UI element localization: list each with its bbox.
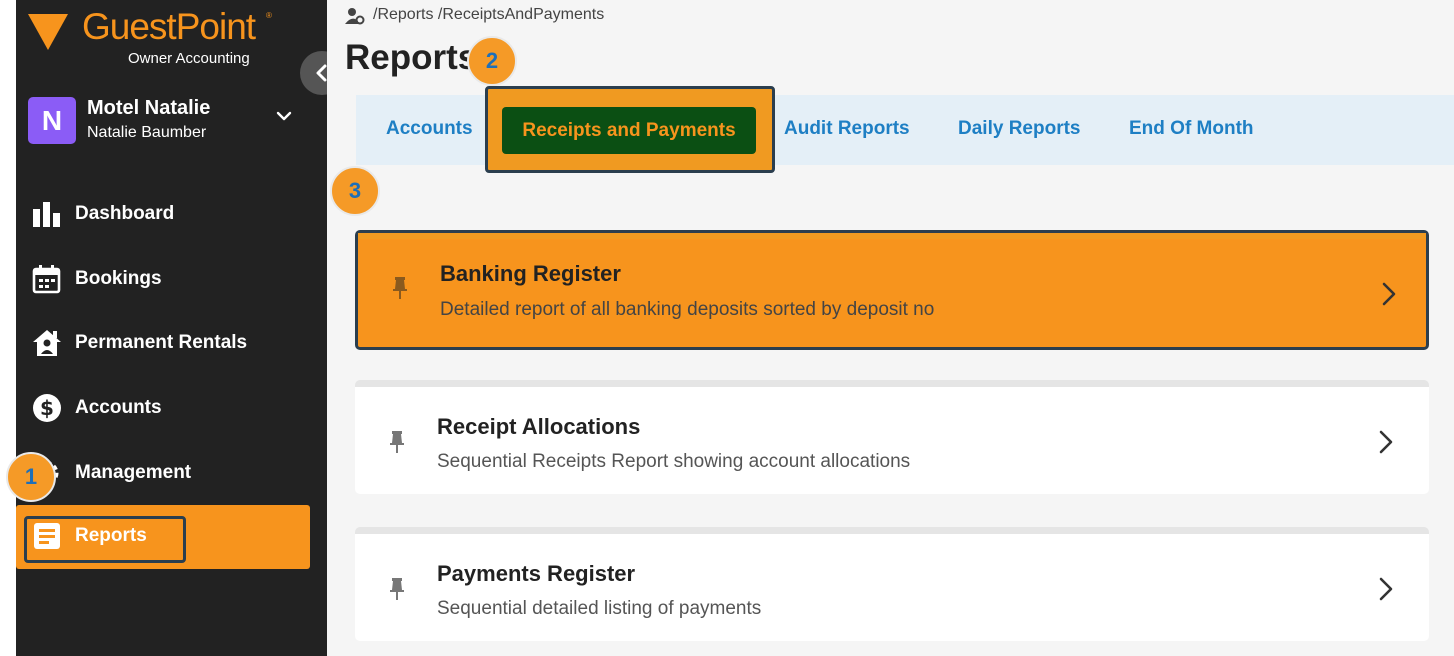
sidebar-item-permanent-rentals[interactable]: Permanent Rentals [16,312,310,376]
page-title: Reports [345,38,478,77]
house-user-icon [33,330,61,356]
report-title: Receipt Allocations [437,414,641,439]
dollar-circle-icon: $ [33,394,61,422]
breadcrumb[interactable]: /Reports /ReceiptsAndPayments [373,6,604,24]
report-card-banking-register[interactable]: Banking Register Detailed report of all … [355,230,1429,350]
report-card-receipt-allocations[interactable]: Receipt Allocations Sequential Receipts … [355,380,1429,494]
report-description: Detailed report of all banking deposits … [440,299,935,320]
tab-receipts-and-payments[interactable]: Receipts and Payments [502,107,756,154]
logo-subtitle: Owner Accounting [128,50,250,67]
sidebar: GuestPoint ® Owner Accounting N Motel Na… [16,0,327,656]
bar-chart-icon [33,202,60,227]
property-avatar: N [28,97,76,144]
guestpoint-logo[interactable]: GuestPoint ® Owner Accounting [28,6,278,70]
report-card-payments-register[interactable]: Payments Register Sequential detailed li… [355,527,1429,641]
chevron-right-icon [1379,577,1393,601]
sidebar-item-label: Permanent Rentals [75,332,248,353]
report-title: Banking Register [440,261,621,286]
tab-end-of-month[interactable]: End Of Month [1129,118,1254,140]
chevron-down-icon[interactable] [274,106,294,126]
sidebar-item-label: Management [75,462,192,483]
pin-icon[interactable] [389,576,405,602]
logo-triangle-icon [28,14,68,50]
sidebar-item-accounts[interactable]: $ Accounts [16,377,310,441]
report-description: Sequential Receipts Report showing accou… [437,451,911,472]
left-margin [0,0,16,656]
main-content: /Reports /ReceiptsAndPayments Reports Ac… [327,0,1454,656]
logo-trademark: ® [266,11,272,20]
property-user: Natalie Baumber [87,124,207,141]
logo-text: GuestPoint [82,6,256,47]
step-badge-3: 3 [330,166,380,216]
tab-accounts[interactable]: Accounts [386,118,473,140]
step-badge-1: 1 [6,452,56,502]
sidebar-item-label: Accounts [75,397,162,418]
report-description: Sequential detailed listing of payments [437,598,762,619]
user-cog-icon [345,8,365,25]
tab-highlight-outline: Receipts and Payments [485,86,775,173]
chevron-right-icon [1379,430,1393,454]
reports-highlight-outline [24,516,186,563]
svg-text:$: $ [40,396,54,420]
pin-icon[interactable] [392,275,408,301]
calendar-icon [32,265,61,294]
sidebar-item-bookings[interactable]: Bookings [16,248,310,312]
step-badge-2: 2 [467,36,517,86]
sidebar-item-label: Bookings [75,268,162,289]
tab-daily-reports[interactable]: Daily Reports [958,118,1080,140]
sidebar-item-management[interactable]: Management [16,442,310,506]
tab-audit-reports[interactable]: Audit Reports [784,118,910,140]
pin-icon[interactable] [389,429,405,455]
property-name: Motel Natalie [87,97,211,119]
chevron-right-icon [1382,282,1396,306]
property-switcher[interactable]: N Motel Natalie Natalie Baumber [28,96,308,146]
sidebar-item-dashboard[interactable]: Dashboard [16,183,310,247]
sidebar-item-label: Dashboard [75,203,175,224]
card-top-bar [358,233,1426,239]
app-window: GuestPoint ® Owner Accounting N Motel Na… [0,0,1454,656]
report-title: Payments Register [437,561,636,586]
